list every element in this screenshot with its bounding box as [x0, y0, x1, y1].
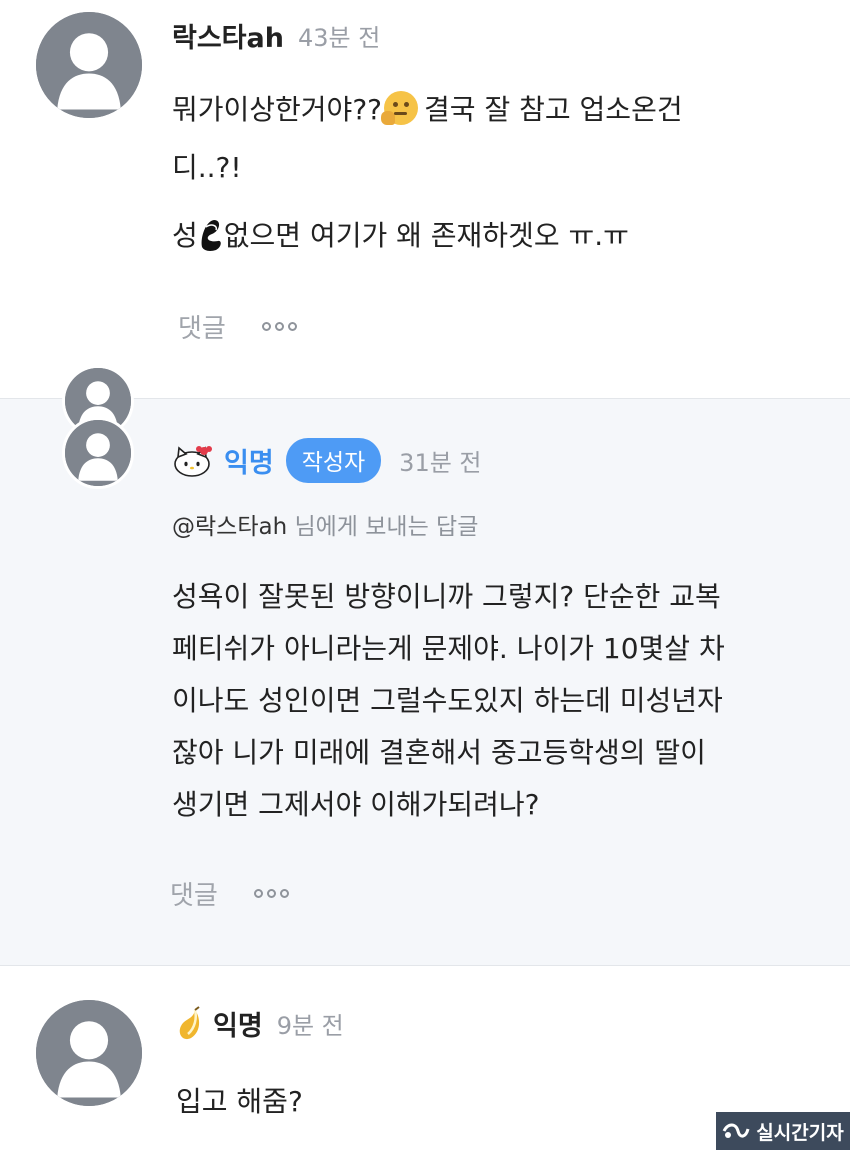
comment-actions: 댓글 [170, 875, 289, 912]
avatar[interactable] [62, 417, 134, 489]
comment-text-line: 성욕이 잘못된 방향이니까 그렇지? 단순한 교복 [172, 580, 721, 613]
hello-kitty-icon [174, 445, 212, 477]
comment-2-reply: 익명 작성자 31분 전 @락스타ah 님에게 보내는 답글 성욕이 잘못된 방… [0, 365, 850, 966]
comment-header: 익명 9분 전 [175, 1004, 344, 1043]
mention-link[interactable]: @락스타ah [172, 514, 287, 540]
comment-1: 락스타ah 43분 전 뭐가이상한거야?? 결국 잘 참고 업소온건 디..?! … [0, 0, 850, 398]
timestamp: 9분 전 [276, 1012, 344, 1040]
more-dots-icon[interactable] [261, 322, 297, 331]
reply-to-line: @락스타ah 님에게 보내는 답글 [172, 507, 478, 541]
comment-text-line: 잖아 니가 미래에 결혼해서 중고등학생의 딸이 [172, 736, 706, 769]
text-segment: 결국 잘 참고 업소온건 [424, 93, 683, 126]
comment-header: 익명 작성자 31분 전 [172, 438, 482, 483]
lemon-icon [179, 1005, 200, 1039]
more-dots-icon[interactable] [253, 889, 289, 898]
timestamp: 43분 전 [297, 24, 381, 52]
nickname[interactable]: 익명 [213, 1004, 263, 1043]
nickname[interactable]: 락스타ah [172, 16, 284, 55]
comment-text-line: 성 없으면 여기가 왜 존재하겟오 ㅠ.ㅠ [172, 210, 629, 262]
watermark-logo-icon [722, 1123, 750, 1138]
comment-text-line: 생기면 그제서야 이해가되려나? [172, 788, 540, 821]
reply-button[interactable]: 댓글 [178, 308, 226, 345]
watermark: 실시간기자 [716, 1112, 850, 1150]
comment-text-line: 입고 해줌? [176, 1085, 303, 1118]
comment-text-line: 디..?! [172, 151, 242, 184]
censor-scribble-icon [201, 220, 221, 251]
thinking-face-emoji [381, 91, 419, 125]
text-segment: 없으면 여기가 왜 존재하겟오 ㅠ.ㅠ [223, 219, 629, 252]
watermark-text: 실시간기자 [756, 1121, 844, 1144]
default-user-avatar-icon [36, 1000, 142, 1106]
comment-text-line: 이나도 성인이면 그럴수도있지 하는데 미성년자 [172, 684, 723, 717]
nickname[interactable]: 익명 [224, 441, 274, 480]
comment-actions: 댓글 [178, 308, 297, 345]
comment-text-line: 뭐가이상한거야?? 결국 잘 참고 업소온건 [172, 84, 683, 136]
author-badge: 작성자 [285, 438, 382, 483]
reply-to-suffix: 님에게 보내는 답글 [294, 514, 479, 540]
default-user-avatar-icon [36, 12, 142, 118]
reply-button[interactable]: 댓글 [170, 875, 218, 912]
text-segment: 뭐가이상한거야?? [172, 93, 383, 126]
default-user-avatar-icon [65, 420, 131, 486]
avatar[interactable] [33, 997, 145, 1109]
text-segment: 성 [172, 219, 198, 252]
timestamp: 31분 전 [399, 449, 482, 477]
comment-text-line: 페티쉬가 아니라는게 문제야. 나이가 10몇살 차 [172, 632, 725, 665]
avatar[interactable] [33, 9, 145, 121]
comment-header: 락스타ah 43분 전 [172, 16, 380, 55]
